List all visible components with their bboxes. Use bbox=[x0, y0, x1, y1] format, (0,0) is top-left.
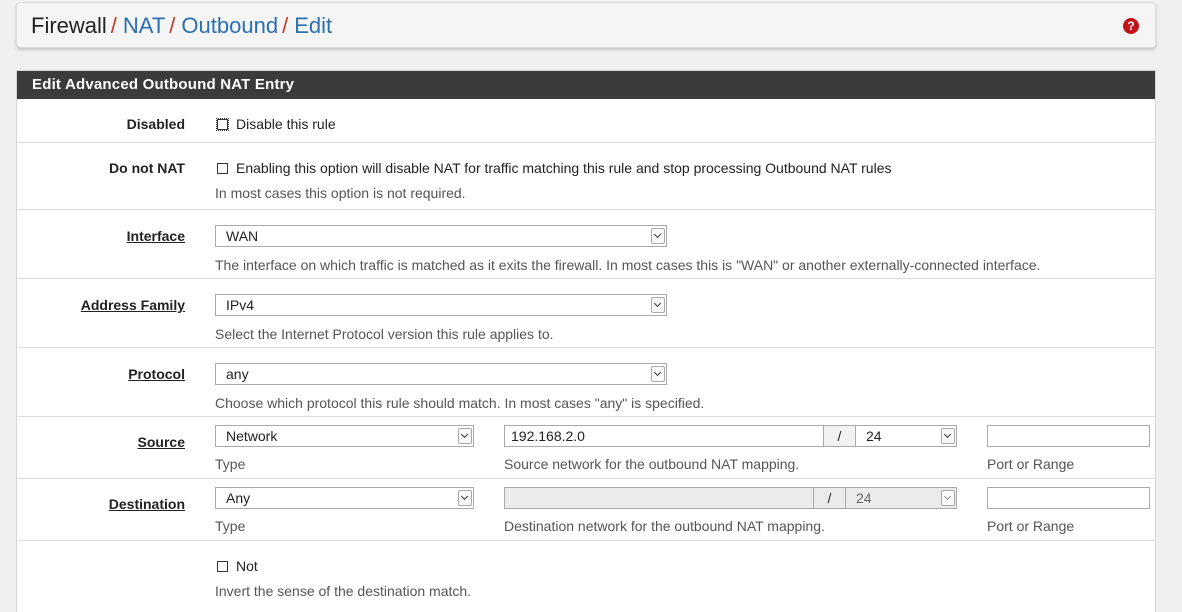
disabled-row: Disabled Disable this rule bbox=[17, 99, 1155, 142]
address-family-row: Address Family IPv4 Select the Internet … bbox=[17, 278, 1155, 348]
nonat-checkbox[interactable] bbox=[217, 163, 228, 174]
invert-checkbox[interactable] bbox=[217, 561, 228, 572]
interface-row: Interface WAN The interface on which tra… bbox=[17, 209, 1155, 279]
interface-select-value: WAN bbox=[226, 228, 259, 244]
destination-port-input[interactable] bbox=[987, 487, 1150, 509]
source-port-help: Port or Range bbox=[987, 456, 1075, 472]
chevron-down-icon bbox=[941, 428, 955, 444]
destination-mask-value: 24 bbox=[856, 490, 872, 506]
destination-type-select[interactable]: Any bbox=[215, 487, 474, 509]
chevron-down-icon bbox=[458, 490, 472, 506]
breadcrumb-separator: / bbox=[110, 13, 117, 38]
destination-mask-separator: / bbox=[813, 487, 846, 509]
question-circle-icon[interactable]: ? bbox=[1123, 18, 1139, 34]
breadcrumb-edit-link[interactable]: Edit bbox=[294, 13, 332, 38]
address-family-label: Address Family bbox=[80, 297, 185, 313]
address-family-select[interactable]: IPv4 bbox=[215, 294, 667, 316]
interface-select[interactable]: WAN bbox=[215, 225, 667, 247]
chevron-down-icon bbox=[941, 490, 955, 506]
nonat-text: Enabling this option will disable NAT fo… bbox=[236, 160, 892, 176]
chevron-down-icon bbox=[651, 228, 665, 244]
source-type-help: Type bbox=[215, 456, 246, 472]
invert-text: Not bbox=[236, 558, 258, 574]
chevron-down-icon bbox=[651, 366, 665, 382]
panel-title: Edit Advanced Outbound NAT Entry bbox=[17, 71, 1155, 99]
source-port-input[interactable] bbox=[987, 425, 1150, 447]
destination-port-help: Port or Range bbox=[987, 518, 1075, 534]
nonat-row: Do not NAT Enabling this option will dis… bbox=[17, 142, 1155, 210]
breadcrumb-separator: / bbox=[282, 13, 289, 38]
disable-rule-text: Disable this rule bbox=[236, 116, 336, 132]
destination-label: Destination bbox=[108, 496, 185, 512]
protocol-select-value: any bbox=[226, 366, 249, 382]
protocol-select[interactable]: any bbox=[215, 363, 667, 385]
breadcrumb: Firewall / NAT / Outbound / Edit bbox=[31, 13, 332, 39]
source-row: Source Network Type 192.168.2.0 / 24 Sou… bbox=[17, 416, 1155, 479]
protocol-row: Protocol any Choose which protocol this … bbox=[17, 347, 1155, 417]
chevron-down-icon bbox=[458, 428, 472, 444]
nonat-help: In most cases this option is not require… bbox=[215, 185, 466, 201]
source-mask-value: 24 bbox=[866, 428, 882, 444]
interface-help: The interface on which traffic is matche… bbox=[215, 257, 1041, 273]
chevron-down-icon bbox=[651, 297, 665, 313]
disabled-label: Disabled bbox=[126, 116, 185, 132]
source-network-help: Source network for the outbound NAT mapp… bbox=[504, 456, 800, 472]
invert-help: Invert the sense of the destination matc… bbox=[215, 583, 472, 599]
protocol-label: Protocol bbox=[128, 366, 185, 382]
breadcrumb-firewall: Firewall bbox=[31, 13, 107, 38]
invert-row: Not Invert the sense of the destination … bbox=[17, 540, 1155, 612]
source-network-input[interactable]: 192.168.2.0 bbox=[504, 425, 824, 447]
disable-rule-checkbox[interactable] bbox=[216, 118, 229, 131]
nonat-label: Do not NAT bbox=[109, 160, 185, 176]
source-type-value: Network bbox=[226, 428, 278, 444]
destination-type-help: Type bbox=[215, 518, 246, 534]
source-mask-select[interactable]: 24 bbox=[855, 425, 957, 447]
breadcrumb-separator: / bbox=[169, 13, 176, 38]
destination-network-help: Destination network for the outbound NAT… bbox=[504, 518, 825, 534]
source-label: Source bbox=[137, 434, 185, 450]
destination-row: Destination Any Type / 24 Destination ne… bbox=[17, 478, 1155, 541]
breadcrumb-bar: Firewall / NAT / Outbound / Edit ? bbox=[16, 2, 1156, 48]
breadcrumb-nat-link[interactable]: NAT bbox=[123, 13, 165, 38]
breadcrumb-outbound-link[interactable]: Outbound bbox=[181, 13, 278, 38]
destination-mask-select: 24 bbox=[845, 487, 957, 509]
address-family-help: Select the Internet Protocol version thi… bbox=[215, 326, 554, 342]
edit-nat-panel: Edit Advanced Outbound NAT Entry Disable… bbox=[16, 70, 1156, 612]
address-family-select-value: IPv4 bbox=[226, 297, 255, 313]
destination-type-value: Any bbox=[226, 490, 251, 506]
protocol-help: Choose which protocol this rule should m… bbox=[215, 395, 705, 411]
interface-label: Interface bbox=[126, 228, 185, 244]
source-mask-separator: / bbox=[823, 425, 856, 447]
source-type-select[interactable]: Network bbox=[215, 425, 474, 447]
destination-network-input bbox=[504, 487, 814, 509]
